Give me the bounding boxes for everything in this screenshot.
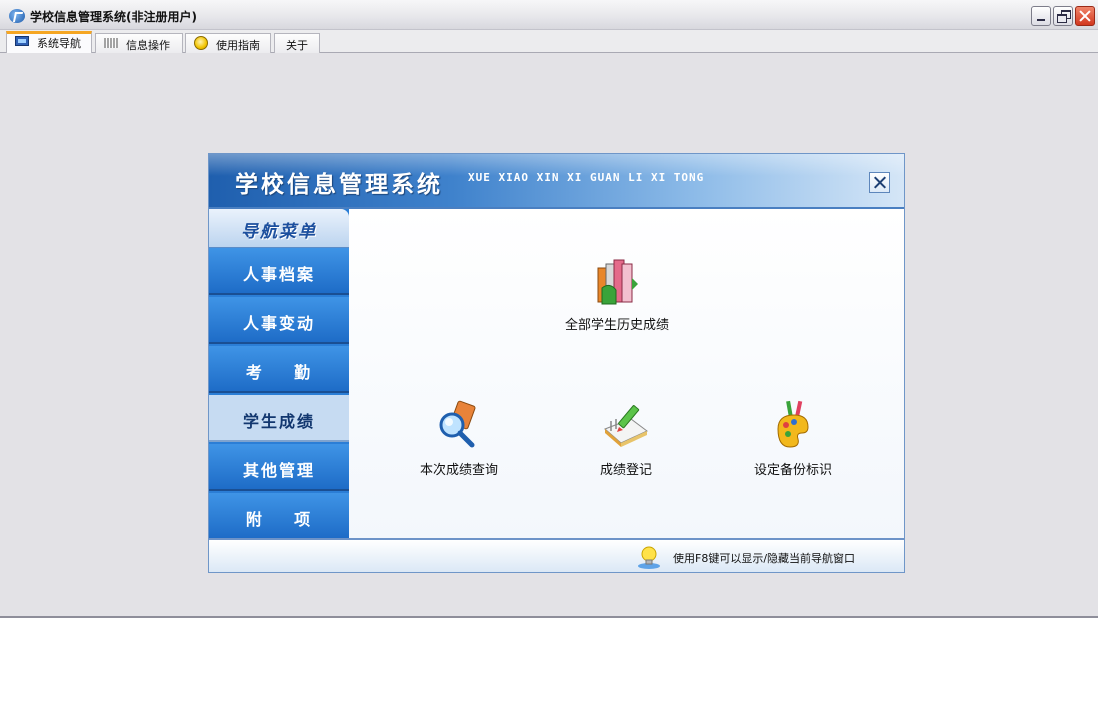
- monitor-icon: [15, 36, 29, 46]
- nav-menu-header: 导航菜单: [209, 209, 349, 248]
- tab-label: 系统导航: [37, 37, 81, 50]
- nav-item-label: 学生成绩: [242, 412, 315, 431]
- nav-item-personnel-changes[interactable]: 人事变动: [209, 297, 349, 344]
- set-backup-identifier-button[interactable]: 设定备份标识: [708, 399, 878, 494]
- close-icon[interactable]: [869, 172, 890, 193]
- navigation-dialog: 学校信息管理系统 XUE XIAO XIN XI GUAN LI XI TONG…: [208, 153, 905, 573]
- all-student-history-grades-button[interactable]: 全部学生历史成绩: [532, 254, 702, 349]
- tab-about[interactable]: 关于: [274, 33, 320, 53]
- current-grade-query-button[interactable]: 本次成绩查询: [374, 399, 544, 494]
- nav-menu: 导航菜单 人事档案 人事变动 考 勤 学生成绩 其他管理 附 项: [209, 209, 349, 538]
- lightbulb-icon: [638, 546, 660, 569]
- status-bar: 使用F8键可以显示/隐藏当前导航窗口: [209, 538, 904, 572]
- palette-icon: [777, 400, 809, 448]
- nav-item-label: 人事档案: [242, 265, 315, 284]
- magnifier-icon: [439, 400, 476, 448]
- tab-label: 关于: [286, 39, 308, 52]
- feature-label: 设定备份标识: [753, 463, 832, 478]
- status-hint: 使用F8键可以显示/隐藏当前导航窗口: [673, 552, 856, 565]
- feature-label: 全部学生历史成绩: [564, 318, 669, 333]
- grid-icon: [104, 38, 118, 48]
- nav-item-attendance[interactable]: 考 勤: [209, 346, 349, 393]
- tab-label: 信息操作: [126, 39, 170, 52]
- restore-icon[interactable]: [1053, 6, 1073, 26]
- feature-panel: 全部学生历史成绩 本次成绩查询 成绩登记 设定备份标识: [349, 209, 904, 538]
- tab-label: 使用指南: [216, 39, 260, 52]
- books-icon: [597, 259, 638, 305]
- nav-item-personnel-records[interactable]: 人事档案: [209, 248, 349, 295]
- nav-menu-title: 导航菜单: [241, 222, 317, 242]
- window-title: 学校信息管理系统(非注册用户): [30, 10, 197, 24]
- help-icon: [194, 36, 208, 50]
- dialog-title: 学校信息管理系统: [235, 172, 443, 198]
- grade-registration-button[interactable]: 成绩登记: [541, 399, 711, 494]
- nav-item-label: 其他管理: [242, 461, 315, 480]
- app-window: 学校信息管理系统(非注册用户) 系统导航 信息操作 使用指南 关于 学校信息管理…: [0, 0, 1098, 618]
- nav-item-label: 附 项: [245, 510, 313, 529]
- tab-system-navigation[interactable]: 系统导航: [6, 31, 92, 53]
- app-logo-icon: [9, 9, 25, 23]
- nav-item-label: 人事变动: [242, 314, 315, 333]
- feature-label: 成绩登记: [599, 463, 652, 478]
- close-icon[interactable]: [1075, 6, 1095, 26]
- dialog-header: 学校信息管理系统 XUE XIAO XIN XI GUAN LI XI TONG: [209, 154, 904, 209]
- dialog-subtitle: XUE XIAO XIN XI GUAN LI XI TONG: [468, 171, 705, 184]
- nav-item-student-grades[interactable]: 学生成绩: [209, 395, 349, 442]
- notebook-pencil-icon: [604, 405, 648, 447]
- nav-item-label: 考 勤: [245, 363, 313, 382]
- nav-item-appendix[interactable]: 附 项: [209, 493, 349, 538]
- minimize-icon[interactable]: [1031, 6, 1051, 26]
- feature-label: 本次成绩查询: [419, 463, 498, 478]
- tab-user-guide[interactable]: 使用指南: [185, 33, 271, 53]
- tab-bar: 系统导航 信息操作 使用指南 关于: [0, 30, 1098, 53]
- title-bar[interactable]: 学校信息管理系统(非注册用户): [0, 0, 1098, 30]
- nav-item-other-management[interactable]: 其他管理: [209, 444, 349, 491]
- tab-info-operations[interactable]: 信息操作: [95, 33, 183, 53]
